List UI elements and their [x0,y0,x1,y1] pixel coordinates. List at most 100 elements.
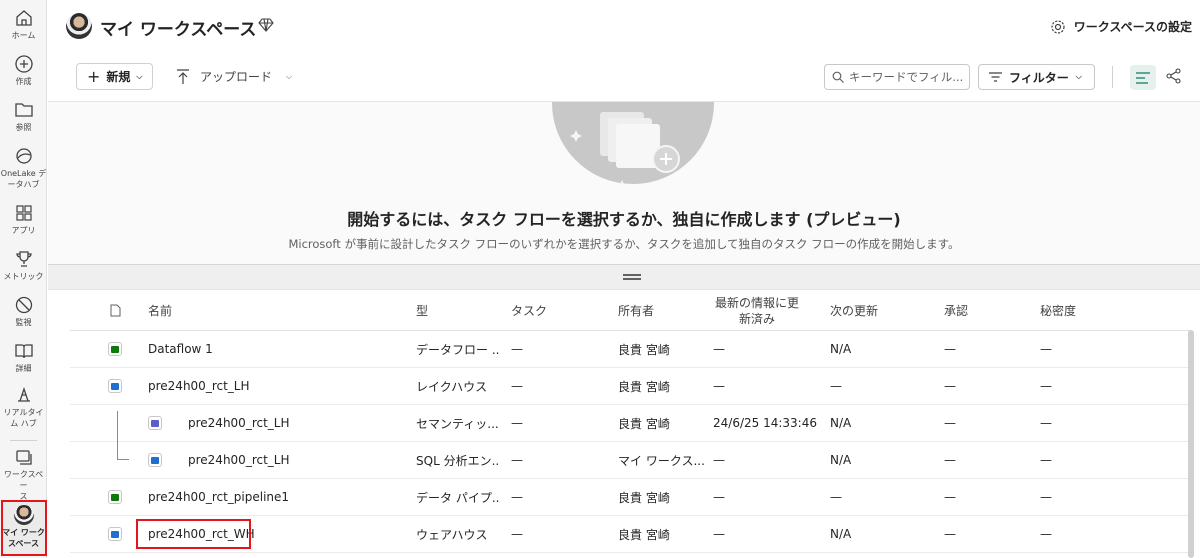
cell-endorsement: — [944,416,956,430]
cell-refreshed: 24/6/25 14:33:46 [713,416,817,430]
rail-label: 詳細 [15,364,32,373]
cell-owner: 良貴 宮崎 [618,527,670,542]
table-row[interactable]: pre24h00_rct_LH セマンティッ... — 良貴 宮崎 24/6/25 14… [70,405,1190,442]
filter-icon [989,72,1002,82]
rail-item-10[interactable]: マイ ワーク スペース [0,505,47,549]
cell-sensitivity: — [1040,490,1052,504]
toolbar: + 新規 ⌵ アップロード ⌵ キーワードでフィル... フィルター ⌵ [48,52,1200,102]
book-icon [14,344,33,359]
rail-label: 参照 [15,123,32,132]
col-header-refreshed[interactable]: 最新の情報に更新済み [713,291,801,330]
rail-item-0[interactable]: ホーム [0,8,47,41]
cell-endorsement: — [944,379,956,393]
cell-owner: マイ ワークス... [618,453,705,468]
col-header-task[interactable]: タスク [511,291,591,330]
filter-button[interactable]: フィルター ⌵ [978,64,1095,90]
cell-next: N/A [830,416,852,430]
upload-button[interactable]: アップロード ⌵ [176,63,292,90]
item-name-link[interactable]: pre24h00_rct_LH [188,405,330,441]
rail-label: ワークスペー ス [3,470,44,501]
browse-icon [14,103,33,117]
cell-endorsement: — [944,342,956,356]
rail-item-9[interactable]: ワークスペー ス [0,447,47,502]
cell-endorsement: — [944,453,956,467]
list-view-button[interactable] [1130,65,1156,90]
cell-task: — [511,379,523,393]
cell-owner: 良貴 宮崎 [618,416,670,431]
table-row[interactable]: pre24h00_rct_LH レイクハウス — 良貴 宮崎 — — — — [70,368,1190,405]
workspace-settings-button[interactable]: ワークスペースの設定 [1050,18,1192,35]
search-icon [832,71,844,83]
cell-type: SQL 分析エン... [416,453,500,468]
cell-next: N/A [830,342,852,356]
rail-label: 作成 [15,77,32,86]
cell-next: — [830,490,842,504]
chevron-down-icon: ⌵ [136,71,143,81]
table-scrollbar[interactable] [1188,330,1194,558]
rail-item-8[interactable]: リアルタイ ム ハブ [0,385,47,429]
table-row[interactable]: pre24h00_rct_pipeline1 データ パイプ... — 良貴 宮崎 — —… [70,479,1190,516]
rail-item-3[interactable]: OneLake デ ータハブ [0,146,47,190]
table-row[interactable]: Dataflow 1 データフロー ... — 良貴 宮崎 — N/A — — [70,331,1190,368]
pipeline-icon [108,479,124,515]
col-header-next-refresh[interactable]: 次の更新 [830,291,910,330]
cell-refreshed: — [713,379,725,393]
chevron-down-icon: ⌵ [1075,72,1082,81]
search-input[interactable]: キーワードでフィル... [824,64,970,90]
cell-owner: 良貴 宮崎 [618,379,670,394]
panel-resize-handle[interactable] [48,264,1200,290]
task-flow-title: 開始するには、タスク フローを選択するか、独自に作成します (プレビュー) [347,210,901,229]
cell-task: — [511,342,523,356]
new-button[interactable]: + 新規 ⌵ [76,63,153,90]
settings-label: ワークスペースの設定 [1073,20,1192,34]
cell-type: ウェアハウス [416,527,488,542]
rail-label: 監視 [15,318,32,327]
toolbar-divider [1112,66,1113,88]
page-title: マイ ワークスペース [100,20,257,40]
item-name-link[interactable]: pre24h00_rct_LH [188,442,330,478]
plus-icon: + [87,67,101,86]
search-placeholder: キーワードでフィル... [849,70,964,84]
rail-item-2[interactable]: 参照 [0,100,47,133]
col-header-owner[interactable]: 所有者 [618,291,698,330]
rail-item-5[interactable]: メトリック [0,249,47,282]
cell-task: — [511,527,523,541]
rail-label: アプリ [11,226,36,235]
rail-item-1[interactable]: 作成 [0,54,47,87]
cell-next: N/A [830,527,852,541]
onelake-icon [15,148,32,164]
chevron-down-icon: ⌵ [286,71,293,81]
col-header-endorsement[interactable]: 承認 [944,291,1024,330]
task-flow-illustration [552,102,714,184]
file-type-header-icon [110,291,124,330]
list-view-icon [1136,71,1150,84]
table-header: 名前 型 タスク 所有者 最新の情報に更新済み 次の更新 承認 秘密度 [70,291,1190,331]
rail-divider [10,440,37,441]
col-header-name[interactable]: 名前 [148,291,348,330]
cell-type: データフロー ... [416,342,500,357]
col-header-sensitivity[interactable]: 秘密度 [1040,291,1120,330]
semantic-model-icon [148,405,164,441]
apps-icon [15,205,32,221]
cell-sensitivity: — [1040,527,1052,541]
rail-label: マイ ワーク スペース [2,528,45,548]
rail-item-4[interactable]: アプリ [0,203,47,236]
cell-next: N/A [830,453,852,467]
tree-connector [117,411,118,460]
cell-task: — [511,453,523,467]
cell-sensitivity: — [1040,379,1052,393]
item-name-link[interactable]: pre24h00_rct_pipeline1 [148,479,330,515]
table-row[interactable]: pre24h00_rct_LH SQL 分析エン... — マイ ワークス... — N/… [70,442,1190,479]
cell-endorsement: — [944,527,956,541]
rail-item-6[interactable]: 監視 [0,295,47,328]
col-header-type[interactable]: 型 [416,291,496,330]
item-name-link[interactable]: Dataflow 1 [148,331,330,367]
lineage-view-button[interactable] [1166,68,1182,88]
rail-item-7[interactable]: 詳細 [0,341,47,374]
cell-task: — [511,416,523,430]
item-name-link[interactable]: pre24h00_rct_LH [148,368,330,404]
cell-refreshed: — [713,453,725,467]
cell-type: データ パイプ... [416,490,500,505]
lineage-icon [1166,68,1181,84]
workspace-header: マイ ワークスペース ワークスペースの設定 [48,0,1200,52]
